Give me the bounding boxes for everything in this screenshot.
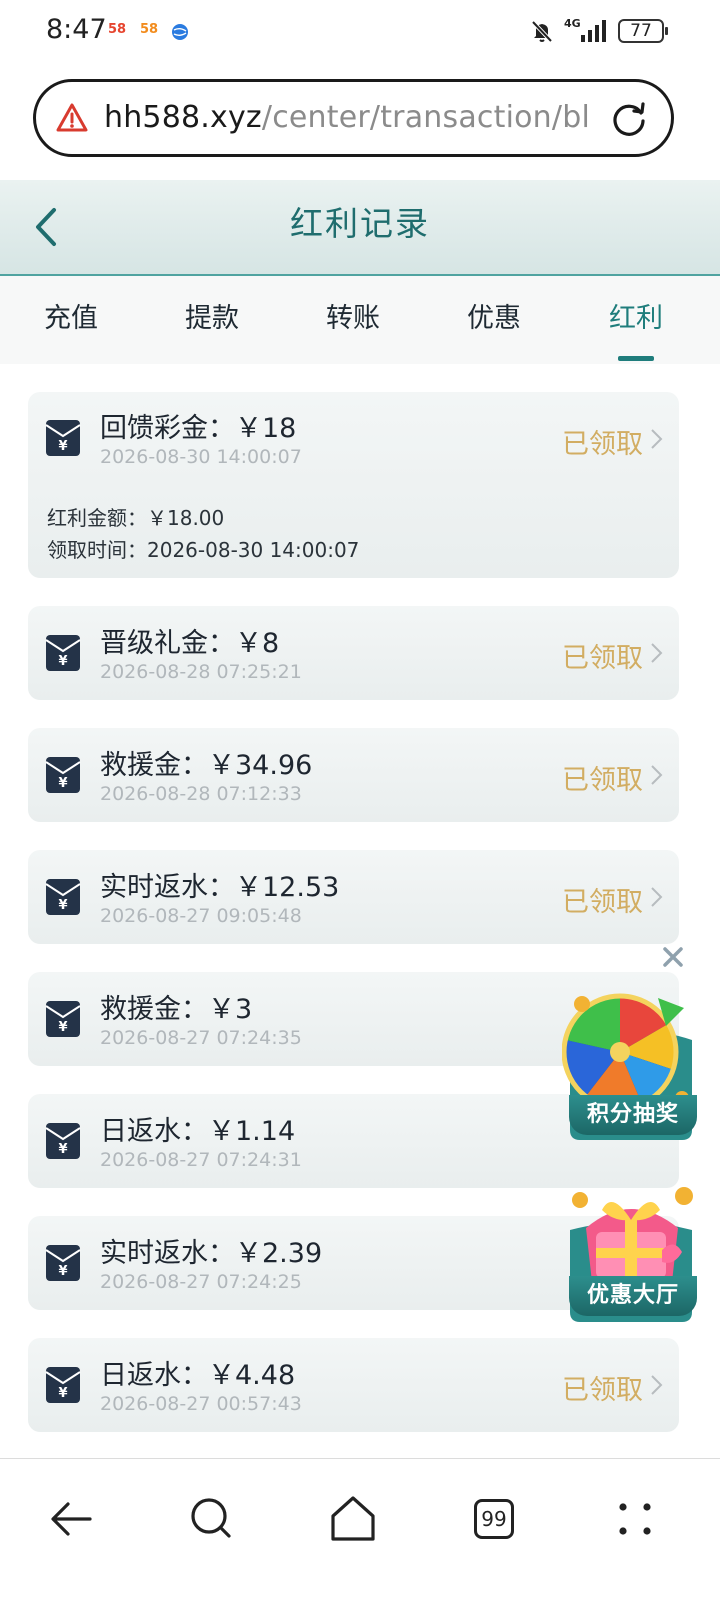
tab-deposit[interactable]: 充值 [26,276,116,364]
cellular-signal-icon: 4G [564,17,608,45]
record-date: 2026-08-27 07:24:31 [100,1149,302,1171]
svg-text:¥: ¥ [58,1264,67,1279]
search-icon[interactable] [182,1489,242,1549]
record-title: 实时返水：￥12.53 [100,872,340,903]
record-card[interactable]: ¥ 回馈彩金：￥18 2026-08-30 14:00:07 已领取 红利金额：… [28,392,679,578]
reload-icon[interactable] [609,99,649,139]
svg-text:¥: ¥ [58,776,67,791]
tab-bonus[interactable]: 红利 [591,276,681,364]
tabs-count: 99 [474,1499,514,1539]
chevron-right-icon [651,643,663,663]
red-envelope-icon: ¥ [45,635,81,671]
red-envelope-icon: ¥ [45,420,81,456]
svg-text:¥: ¥ [58,1142,67,1157]
url-text[interactable]: hh588.xyz/center/transaction/blo [104,100,590,135]
tab-promotion[interactable]: 优惠 [449,276,539,364]
record-title: 实时返水：￥2.39 [100,1238,323,1269]
status-icons: 4G 77 [530,16,668,46]
home-icon[interactable] [323,1489,383,1549]
app-screen: 8:47 58 58 4G 77 hh588.xyz/center/transa… [0,0,720,1600]
record-date: 2026-08-30 14:00:07 [100,446,302,468]
address-bar[interactable]: hh588.xyz/center/transaction/blo [33,79,674,157]
browser-bottom-nav: 99 [0,1458,720,1600]
record-date: 2026-08-27 09:05:48 [100,905,302,927]
url-path: /center/transaction/blo [261,100,590,135]
record-title: 日返水：￥4.48 [100,1360,296,1391]
promotion-hall-label: 优惠大厅 [569,1276,697,1316]
claim-time-line: 领取时间：2026-08-30 14:00:07 [47,538,360,562]
network-type: 4G [564,17,581,30]
svg-text:¥: ¥ [58,1020,67,1035]
record-title: 日返水：￥1.14 [100,1116,296,1147]
tabs-switcher-button[interactable]: 99 [464,1489,524,1549]
app-58-icon: 58 [108,22,127,37]
app-58-icon: 58 [140,22,159,37]
menu-dots-icon[interactable] [605,1489,665,1549]
points-lottery-widget[interactable]: 积分抽奖 [561,980,700,1145]
red-envelope-icon: ¥ [45,757,81,793]
svg-text:¥: ¥ [58,654,67,669]
status-bar: 8:47 58 58 4G 77 [0,0,720,64]
record-date: 2026-08-27 00:57:43 [100,1393,302,1415]
record-date: 2026-08-27 07:24:25 [100,1271,302,1293]
svg-text:¥: ¥ [58,1386,67,1401]
globe-app-icon [172,24,188,40]
record-status: 已领取 [562,1375,643,1406]
red-envelope-icon: ¥ [45,1123,81,1159]
url-host: hh588.xyz [104,100,262,135]
record-date: 2026-08-28 07:25:21 [100,661,302,683]
record-card[interactable]: ¥ 日返水：￥4.48 2026-08-27 00:57:43 已领取 [28,1338,679,1432]
record-card[interactable]: ¥ 实时返水：￥12.53 2026-08-27 09:05:48 已领取 [28,850,679,944]
red-envelope-icon: ¥ [45,1367,81,1403]
page-header: 红利记录 [0,180,720,276]
svg-text:¥: ¥ [58,898,67,913]
record-title: 救援金：￥34.96 [100,750,313,781]
active-tab-indicator [618,356,654,361]
record-title: 回馈彩金：￥18 [100,413,297,444]
tab-withdraw[interactable]: 提款 [167,276,257,364]
chevron-right-icon [651,765,663,785]
record-title: 救援金：￥3 [100,994,253,1025]
record-type-tabs: 充值 提款 转账 优惠 红利 [0,276,720,364]
chevron-right-icon [651,1375,663,1395]
record-status: 已领取 [562,643,643,674]
promotion-hall-widget[interactable]: 优惠大厅 [562,1170,700,1326]
chevron-right-icon [651,887,663,907]
red-envelope-icon: ¥ [45,1001,81,1037]
chevron-right-icon [651,429,663,449]
bonus-amount-line: 红利金额：￥18.00 [47,506,225,530]
svg-text:¥: ¥ [58,439,67,454]
points-lottery-label: 积分抽奖 [569,1095,697,1135]
status-time: 8:47 [46,14,107,45]
record-status: 已领取 [562,429,643,460]
record-card[interactable]: ¥ 晋级礼金：￥8 2026-08-28 07:25:21 已领取 [28,606,679,700]
red-envelope-icon: ¥ [45,1245,81,1281]
warning-icon[interactable] [56,102,88,134]
red-envelope-icon: ¥ [45,879,81,915]
record-date: 2026-08-28 07:12:33 [100,783,302,805]
mute-bell-icon [531,20,553,43]
record-status: 已领取 [562,887,643,918]
close-icon[interactable] [660,944,686,970]
page-title: 红利记录 [290,204,430,243]
record-title: 晋级礼金：￥8 [100,628,280,659]
back-icon[interactable] [42,1489,102,1549]
record-status: 已领取 [562,765,643,796]
record-date: 2026-08-27 07:24:35 [100,1027,302,1049]
record-card[interactable]: ¥ 救援金：￥34.96 2026-08-28 07:12:33 已领取 [28,728,679,822]
battery-indicator: 77 [618,19,668,43]
tab-transfer[interactable]: 转账 [308,276,398,364]
